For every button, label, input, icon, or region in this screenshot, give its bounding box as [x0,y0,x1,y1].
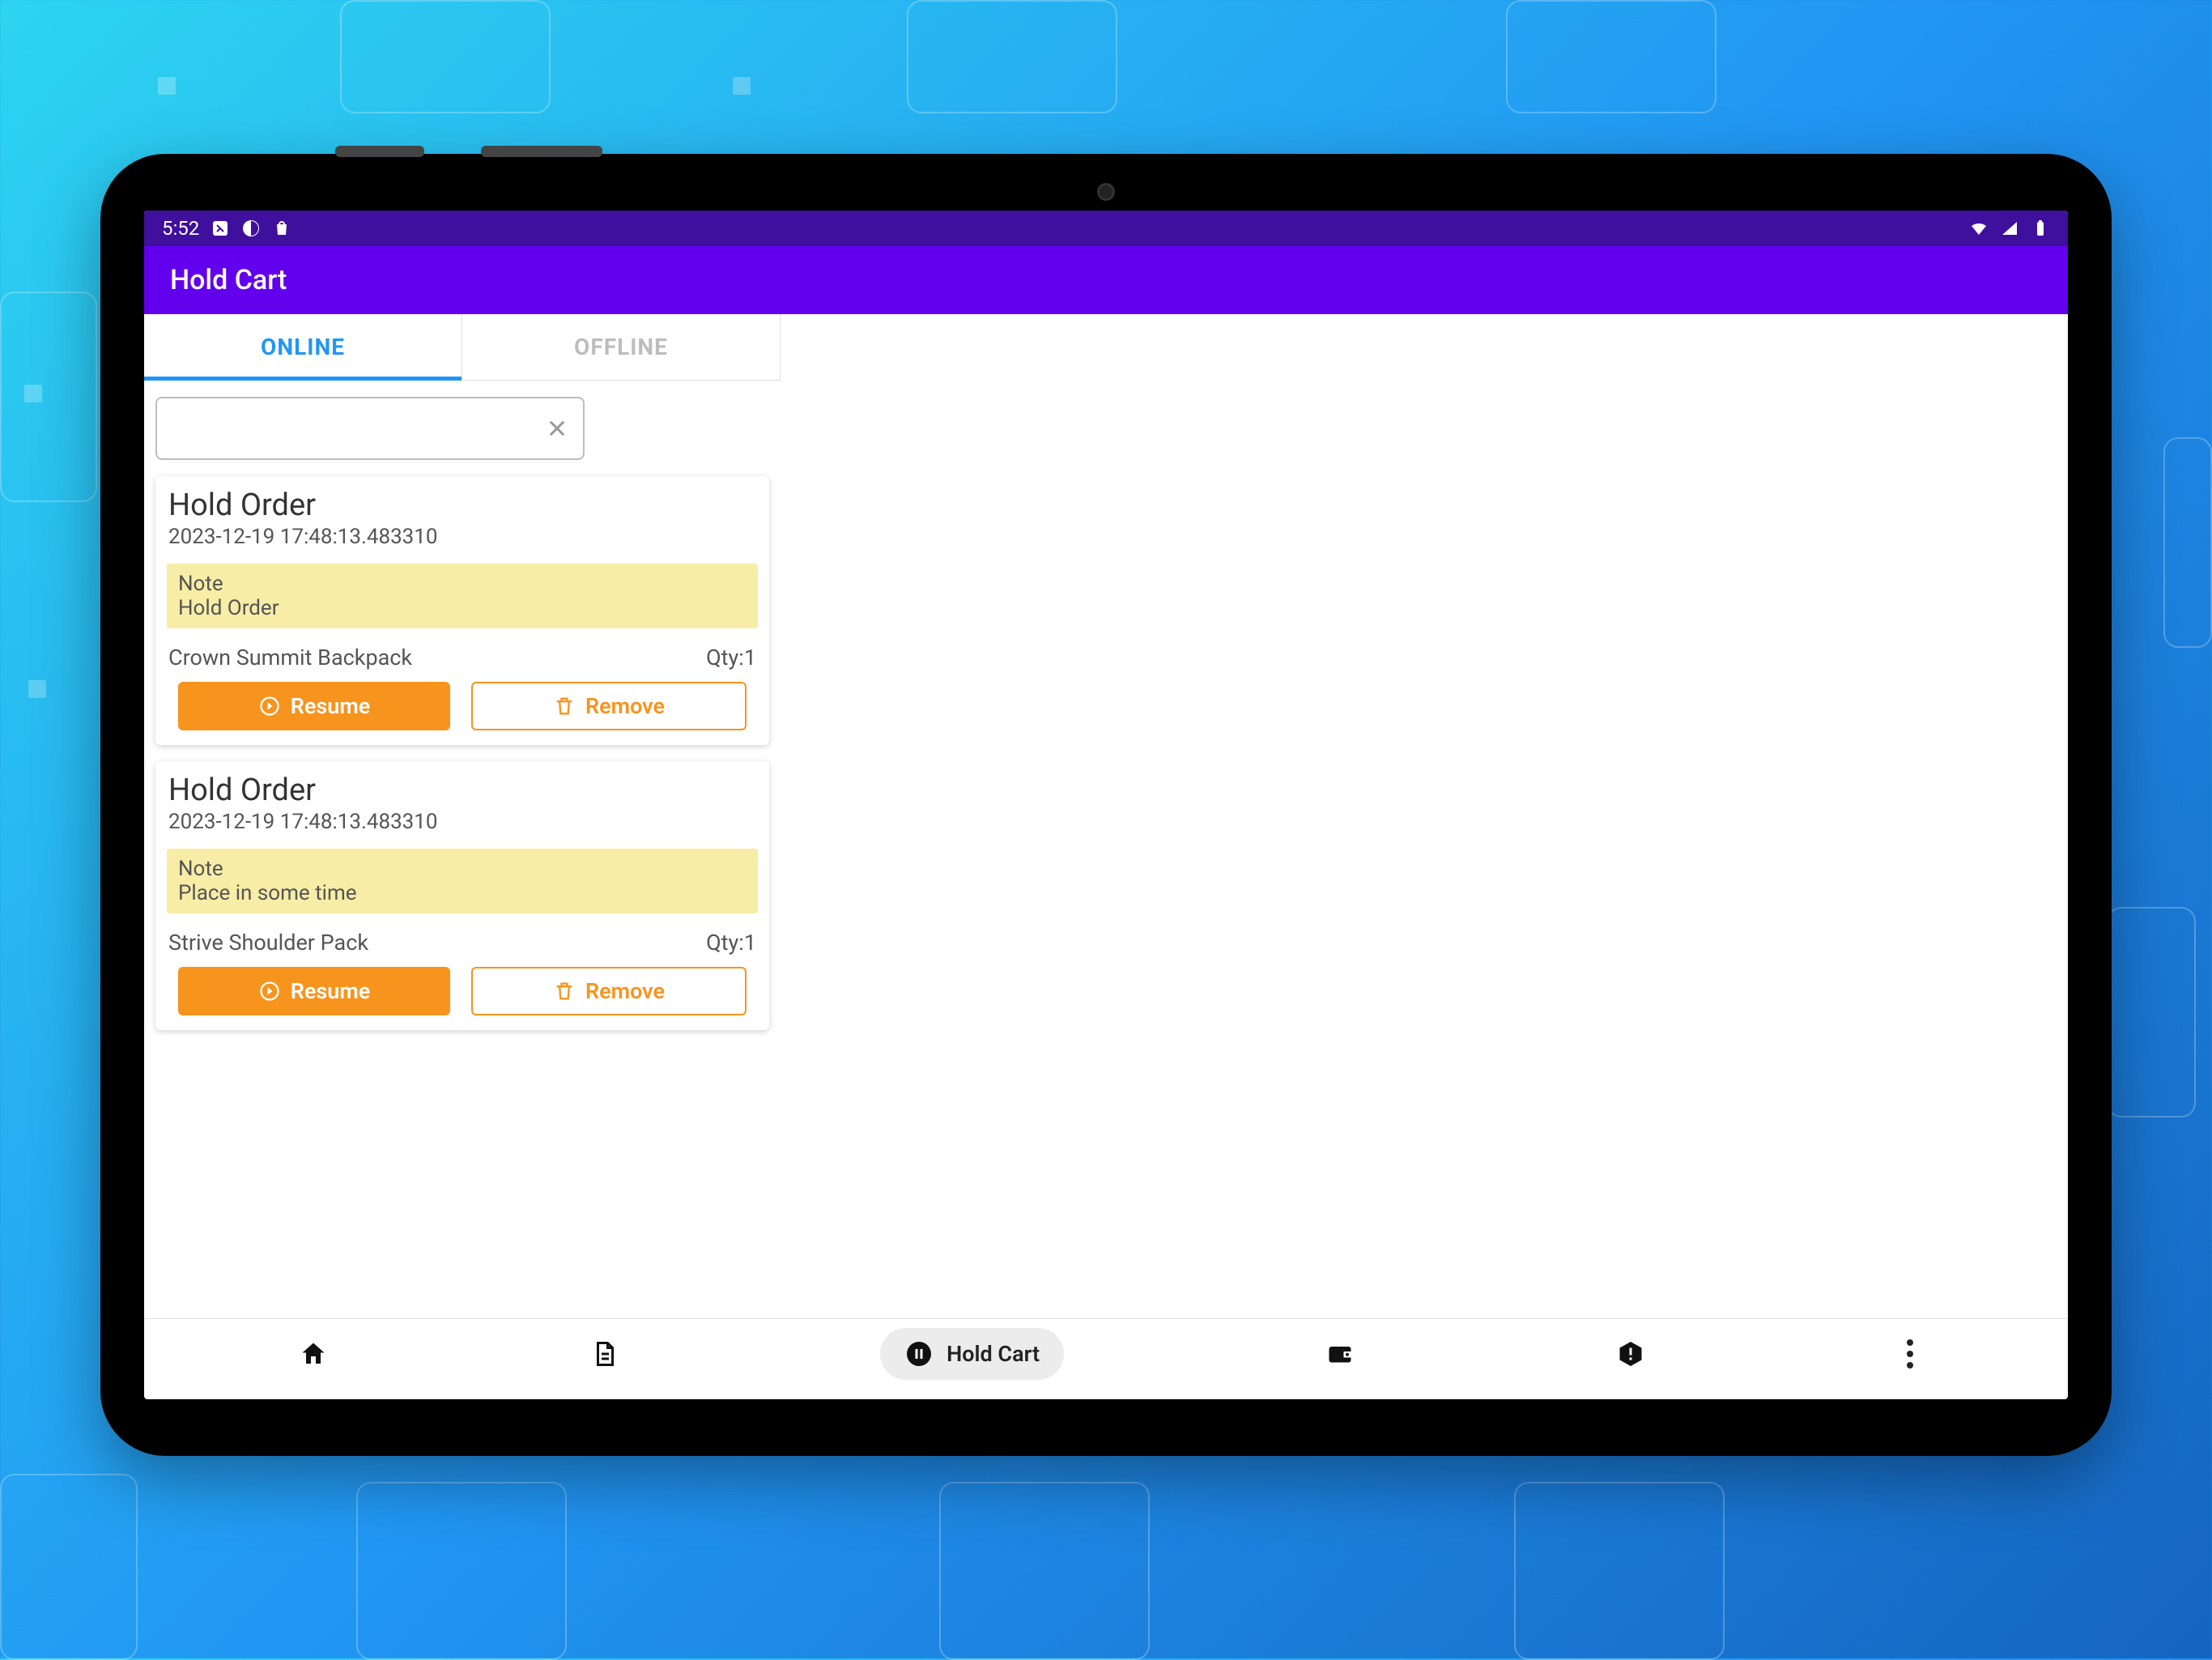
bg-decoration [1514,1482,1725,1660]
product-name: Strive Shoulder Pack [168,930,368,956]
order-timestamp: 2023-12-19 17:48:13.483310 [155,808,769,844]
bg-decoration [2163,437,2212,648]
bottom-nav: Hold Cart [144,1318,2068,1388]
remove-button[interactable]: Remove [471,967,747,1015]
nav-home[interactable] [299,1339,328,1368]
tablet-frame: 5:52 [100,154,2112,1456]
signal-icon [2000,219,2019,238]
hold-order-card: Hold Order 2023-12-19 17:48:13.483310 No… [155,761,769,1030]
trash-icon [553,980,576,1002]
home-indicator [144,1388,2068,1399]
bg-decoration [733,77,751,95]
order-timestamp: 2023-12-19 17:48:13.483310 [155,523,769,559]
nav-hold-cart[interactable]: Hold Cart [880,1328,1064,1380]
nav-more[interactable] [1907,1339,1913,1368]
status-bar: 5:52 [144,211,2068,246]
remove-button[interactable]: Remove [471,682,747,730]
home-icon [299,1339,328,1368]
order-line-item: Strive Shoulder Pack Qty:1 [155,923,769,967]
bg-decoration [24,385,42,402]
tablet-hw-button [481,146,602,157]
alert-icon [1616,1339,1645,1368]
more-vert-icon [1907,1339,1913,1368]
order-title: Hold Order [155,773,769,808]
hold-order-card: Hold Order 2023-12-19 17:48:13.483310 No… [155,476,769,745]
status-icon-app [211,219,230,238]
note-label: Note [178,572,747,596]
bg-decoration [907,0,1117,113]
order-note: Note Hold Order [167,564,758,628]
screen: 5:52 [144,211,2068,1399]
bg-decoration [0,292,97,502]
bg-decoration [340,0,551,113]
arrow-right-circle-icon [258,980,281,1002]
note-text: Hold Order [178,596,279,620]
note-label: Note [178,857,747,881]
app-title: Hold Cart [170,264,287,296]
nav-hold-cart-label: Hold Cart [946,1341,1040,1367]
wallet-icon [1325,1339,1355,1368]
clear-search-button[interactable] [542,414,572,443]
bg-decoration [158,77,176,95]
tablet-hw-button [335,146,424,157]
order-note: Note Place in some time [167,849,758,913]
order-title: Hold Order [155,487,769,523]
pause-circle-icon [904,1339,934,1368]
tab-online[interactable]: ONLINE [144,314,462,380]
bg-decoration [28,680,46,698]
close-icon [546,417,568,440]
bg-decoration [356,1482,567,1660]
remove-label: Remove [585,978,665,1004]
product-qty: Qty:1 [706,645,756,670]
nav-wallet[interactable] [1325,1339,1355,1368]
bg-decoration [939,1482,1150,1660]
tabs: ONLINE OFFLINE [144,314,781,381]
order-line-item: Crown Summit Backpack Qty:1 [155,638,769,682]
search-box [155,397,585,460]
tab-offline[interactable]: OFFLINE [462,314,781,380]
bg-decoration [0,1474,138,1660]
product-qty: Qty:1 [706,930,756,956]
bg-decoration [1506,0,1716,113]
trash-icon [553,695,576,717]
status-icon-circle [241,219,261,238]
nav-alert[interactable] [1616,1339,1645,1368]
document-icon [589,1339,619,1368]
status-icon-bag [272,219,291,238]
resume-button[interactable]: Resume [178,682,450,730]
app-bar: Hold Cart [144,246,2068,314]
resume-button[interactable]: Resume [178,967,450,1015]
wifi-icon [1969,219,1989,238]
tablet-camera [1097,183,1115,201]
bg-decoration [2107,907,2196,1117]
battery-icon [2031,219,2050,238]
remove-label: Remove [585,693,665,719]
left-panel: ONLINE OFFLINE Hold Order 2023-12-19 17:… [144,314,781,1318]
order-list: Hold Order 2023-12-19 17:48:13.483310 No… [144,471,781,1035]
product-name: Crown Summit Backpack [168,645,412,670]
resume-label: Resume [291,693,371,719]
nav-document[interactable] [589,1339,619,1368]
content-area: ONLINE OFFLINE Hold Order 2023-12-19 17:… [144,314,2068,1318]
arrow-right-circle-icon [258,695,281,717]
status-time: 5:52 [162,217,199,240]
note-text: Place in some time [178,881,357,905]
resume-label: Resume [291,978,371,1004]
search-input[interactable] [168,415,534,442]
